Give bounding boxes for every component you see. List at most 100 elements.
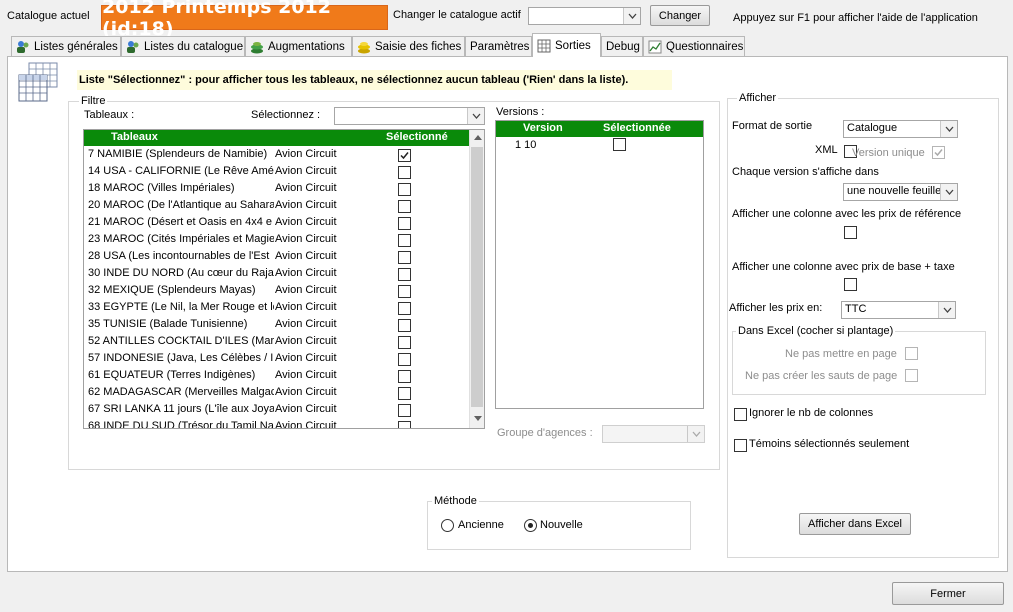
- chaque-version-select[interactable]: une nouvelle feuille: [843, 183, 958, 201]
- row-checkbox[interactable]: [398, 251, 411, 264]
- chevron-down-icon: [940, 121, 957, 137]
- column-header-tableaux: Tableaux: [111, 131, 158, 143]
- row-checkbox[interactable]: [398, 302, 411, 315]
- row-type-cell: Avion Circuit: [275, 216, 337, 228]
- catalog-name-badge: 2012 Printemps 2012 (id:18): [101, 0, 388, 40]
- row-checkbox[interactable]: [398, 200, 411, 213]
- tableaux-scrollbar[interactable]: [469, 130, 484, 428]
- ne-pas-sauts-label: Ne pas créer les sauts de page: [745, 370, 898, 382]
- prix-en-select[interactable]: TTC: [841, 301, 956, 319]
- select-label: Sélectionnez :: [251, 109, 321, 121]
- tab-parametres[interactable]: Paramètres: [465, 36, 532, 56]
- row-type-cell: Avion Circuit: [275, 369, 337, 381]
- ignorer-checkbox[interactable]: [734, 408, 747, 421]
- row-checkbox[interactable]: [398, 421, 411, 428]
- info-text: Liste "Sélectionnez" : pour afficher tou…: [77, 70, 672, 90]
- version-checkbox[interactable]: [613, 138, 626, 151]
- row-checkbox[interactable]: [398, 149, 411, 162]
- row-type-cell: Avion Circuit: [275, 148, 337, 160]
- format-select[interactable]: Catalogue: [843, 120, 958, 138]
- table-row[interactable]: 21 MAROC (Désert et Oasis en 4x4 e Avion …: [84, 215, 469, 232]
- scroll-up-icon[interactable]: [470, 130, 484, 145]
- row-checkbox[interactable]: [398, 353, 411, 366]
- filtre-legend: Filtre: [79, 95, 108, 107]
- tab-listes-catalogue[interactable]: Listes du catalogue: [121, 36, 245, 56]
- radio-nouvelle[interactable]: [524, 519, 537, 532]
- table-row[interactable]: 23 MAROC (Cités Impériales et Magie Avion…: [84, 232, 469, 249]
- prix-reference-checkbox[interactable]: [844, 226, 857, 239]
- table-row[interactable]: 20 MAROC (De l'Atlantique au Sahara Avion…: [84, 198, 469, 215]
- table-row[interactable]: 30 INDE DU NORD (Au cœur du Raja Avion Ci…: [84, 266, 469, 283]
- table-grid-icon: [17, 61, 61, 105]
- current-catalog-label: Catalogue actuel: [7, 10, 90, 22]
- table-row[interactable]: 57 INDONESIE (Java, Les Célèbes / I Avion…: [84, 351, 469, 368]
- table-row[interactable]: 28 USA (Les incontournables de l'Est Avio…: [84, 249, 469, 266]
- tab-questionnaires[interactable]: Questionnaires: [643, 36, 745, 56]
- tab-sorties[interactable]: Sorties: [532, 33, 601, 57]
- table-row[interactable]: 61 EQUATEUR (Terres Indigènes) Avion Circ…: [84, 368, 469, 385]
- row-checkbox[interactable]: [398, 319, 411, 332]
- row-type-cell: Avion Circuit: [275, 335, 337, 347]
- tab-debug[interactable]: Debug: [601, 36, 643, 56]
- checkmark-icon: [400, 152, 409, 160]
- select-combo[interactable]: [334, 107, 485, 125]
- table-row[interactable]: 62 MADAGASCAR (Merveilles Malgac Avion Ci…: [84, 385, 469, 402]
- row-checkbox[interactable]: [398, 404, 411, 417]
- people-icon: [126, 40, 140, 54]
- row-name-cell: 62 MADAGASCAR (Merveilles Malgac: [88, 386, 274, 398]
- prix-reference-label: Afficher une colonne avec les prix de ré…: [732, 208, 962, 220]
- prix-base-checkbox[interactable]: [844, 278, 857, 291]
- radio-ancienne[interactable]: [441, 519, 454, 532]
- row-type-cell: Avion Circuit: [275, 318, 337, 330]
- scrollbar-thumb[interactable]: [471, 147, 483, 407]
- row-checkbox[interactable]: [398, 387, 411, 400]
- table-row[interactable]: 18 MAROC (Villes Impériales) Avion Circui…: [84, 181, 469, 198]
- afficher-excel-button[interactable]: Afficher dans Excel: [799, 513, 911, 535]
- table-row[interactable]: 68 INDE DU SUD (Trésor du Tamil Na Avion …: [84, 419, 469, 428]
- row-name-cell: 52 ANTILLES COCKTAIL D'ILES (Marie: [88, 335, 274, 347]
- row-name-cell: 18 MAROC (Villes Impériales): [88, 182, 235, 194]
- table-row[interactable]: 7 NAMIBIE (Splendeurs de Namibie) Avion C…: [84, 147, 469, 164]
- radio-ancienne-label: Ancienne: [458, 519, 504, 531]
- table-row[interactable]: 32 MEXIQUE (Splendeurs Mayas) Avion Circu…: [84, 283, 469, 300]
- chevron-down-icon: [467, 108, 484, 124]
- version-unique-label: Version unique: [852, 147, 925, 159]
- fermer-button[interactable]: Fermer: [892, 582, 1004, 605]
- table-row[interactable]: 52 ANTILLES COCKTAIL D'ILES (Marie Avion …: [84, 334, 469, 351]
- table-row[interactable]: 67 SRI LANKA 11 jours (L'île aux Joya Avi…: [84, 402, 469, 419]
- groupe-agences-select[interactable]: [602, 425, 705, 443]
- table-row[interactable]: 14 USA - CALIFORNIE (Le Rêve Amé Avion Ci…: [84, 164, 469, 181]
- row-type-cell: Avion Circuit: [275, 165, 337, 177]
- tab-augmentations[interactable]: Augmentations: [245, 36, 352, 56]
- row-checkbox[interactable]: [398, 234, 411, 247]
- row-checkbox[interactable]: [398, 268, 411, 281]
- row-name-cell: 28 USA (Les incontournables de l'Est: [88, 250, 270, 262]
- tab-saisie-fiches[interactable]: Saisie des fiches: [352, 36, 465, 56]
- format-label: Format de sortie: [732, 120, 813, 132]
- row-name-cell: 20 MAROC (De l'Atlantique au Sahara: [88, 199, 274, 211]
- row-checkbox[interactable]: [398, 285, 411, 298]
- scroll-down-icon[interactable]: [470, 411, 484, 426]
- version-cell: 1 10: [515, 139, 537, 151]
- catalog-select[interactable]: [528, 7, 641, 25]
- temoins-checkbox[interactable]: [734, 439, 747, 452]
- table-row[interactable]: 35 TUNISIE (Balade Tunisienne) Avion Circ…: [84, 317, 469, 334]
- row-name-cell: 33 EGYPTE (Le Nil, la Mer Rouge et le: [88, 301, 274, 313]
- row-checkbox[interactable]: [398, 166, 411, 179]
- ne-pas-page-checkbox[interactable]: [905, 347, 918, 360]
- prix-base-label: Afficher une colonne avec prix de base +…: [732, 261, 955, 273]
- row-checkbox[interactable]: [398, 336, 411, 349]
- row-name-cell: 57 INDONESIE (Java, Les Célèbes / I: [88, 352, 274, 364]
- tab-listes-generales[interactable]: Listes générales: [11, 36, 121, 56]
- row-checkbox[interactable]: [398, 183, 411, 196]
- ne-pas-sauts-checkbox[interactable]: [905, 369, 918, 382]
- row-checkbox[interactable]: [398, 217, 411, 230]
- temoins-label: Témoins sélectionnés seulement: [749, 438, 910, 450]
- change-button[interactable]: Changer: [650, 5, 710, 26]
- tableaux-grid[interactable]: Tableaux Sélectionné 7 NAMIBIE (Splendeu…: [83, 129, 485, 429]
- versions-grid[interactable]: Version Sélectionnée 1 10: [495, 120, 704, 409]
- column-header-version: Version: [523, 122, 563, 134]
- version-unique-checkbox[interactable]: [932, 146, 945, 159]
- row-checkbox[interactable]: [398, 370, 411, 383]
- table-row[interactable]: 33 EGYPTE (Le Nil, la Mer Rouge et le Avi…: [84, 300, 469, 317]
